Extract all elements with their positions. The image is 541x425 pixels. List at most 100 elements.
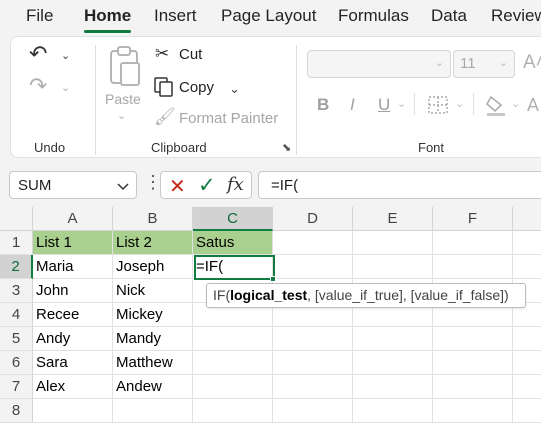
- paintbrush-icon[interactable]: 🖌: [154, 107, 176, 127]
- dialog-launcher-icon[interactable]: ⬊: [282, 141, 291, 154]
- paste-button[interactable]: Paste: [105, 91, 141, 107]
- cell-g6[interactable]: [513, 351, 541, 375]
- chevron-down-icon[interactable]: ⌄: [511, 97, 520, 110]
- cell-d8[interactable]: [273, 399, 353, 423]
- chevron-down-icon[interactable]: ⌄: [117, 109, 126, 122]
- row-header-7[interactable]: 7: [0, 375, 33, 399]
- redo-icon[interactable]: ↷: [29, 73, 47, 99]
- cell-f5[interactable]: [433, 327, 513, 351]
- cell-c1[interactable]: Satus: [193, 231, 273, 255]
- copy-icon[interactable]: [154, 77, 174, 97]
- column-header-b[interactable]: B: [113, 207, 193, 231]
- row-header-3[interactable]: 3: [0, 279, 33, 303]
- cell-c8[interactable]: [193, 399, 273, 423]
- cell-b7[interactable]: Andew: [113, 375, 193, 399]
- chevron-down-icon[interactable]: ⌄: [61, 81, 70, 94]
- chevron-down-icon[interactable]: ⌄: [455, 97, 464, 110]
- row-header-5[interactable]: 5: [0, 327, 33, 351]
- column-header-g[interactable]: [513, 207, 541, 231]
- cell-e6[interactable]: [353, 351, 433, 375]
- copy-button[interactable]: Copy: [179, 79, 214, 96]
- cell-g7[interactable]: [513, 375, 541, 399]
- cell-b8[interactable]: [113, 399, 193, 423]
- cell-d6[interactable]: [273, 351, 353, 375]
- cell-e2[interactable]: [353, 255, 433, 279]
- cell-a3[interactable]: John: [33, 279, 113, 303]
- cell-g1[interactable]: [513, 231, 541, 255]
- select-all-corner[interactable]: [0, 207, 33, 231]
- cell-e5[interactable]: [353, 327, 433, 351]
- cell-f1[interactable]: [433, 231, 513, 255]
- chevron-down-icon[interactable]: ⌄: [61, 49, 70, 62]
- cell-a7[interactable]: Alex: [33, 375, 113, 399]
- chevron-down-icon[interactable]: ⌄: [229, 81, 240, 97]
- cell-g2[interactable]: [513, 255, 541, 279]
- cell-c6[interactable]: [193, 351, 273, 375]
- cell-e1[interactable]: [353, 231, 433, 255]
- cut-button[interactable]: Cut: [179, 46, 202, 63]
- increase-font-size-icon[interactable]: A˄: [523, 52, 541, 74]
- cell-g5[interactable]: [513, 327, 541, 351]
- tab-data[interactable]: Data: [431, 6, 467, 26]
- underline-button[interactable]: U: [378, 95, 390, 115]
- row-header-4[interactable]: 4: [0, 303, 33, 327]
- tooltip-current-arg[interactable]: logical_test: [230, 287, 307, 303]
- cell-e8[interactable]: [353, 399, 433, 423]
- enter-checkmark-icon[interactable]: ✓: [198, 173, 216, 198]
- format-painter-button[interactable]: Format Painter: [179, 110, 278, 127]
- cell-c7[interactable]: [193, 375, 273, 399]
- column-header-e[interactable]: E: [353, 207, 433, 231]
- fill-color-icon[interactable]: [485, 93, 507, 117]
- column-header-d[interactable]: D: [273, 207, 353, 231]
- cell-b3[interactable]: Nick: [113, 279, 193, 303]
- tab-review[interactable]: Review: [491, 6, 541, 26]
- cell-b6[interactable]: Matthew: [113, 351, 193, 375]
- cell-d7[interactable]: [273, 375, 353, 399]
- font-size-select[interactable]: 11 ⌄: [453, 50, 515, 78]
- column-header-c[interactable]: C: [193, 207, 273, 231]
- font-name-select[interactable]: ⌄: [307, 50, 451, 78]
- cell-c5[interactable]: [193, 327, 273, 351]
- cell-b2[interactable]: Joseph: [113, 255, 193, 279]
- tooltip-function[interactable]: IF(: [213, 287, 230, 303]
- cell-a4[interactable]: Recee: [33, 303, 113, 327]
- paste-icon[interactable]: [107, 45, 143, 89]
- cell-b4[interactable]: Mickey: [113, 303, 193, 327]
- chevron-down-icon[interactable]: [116, 179, 130, 197]
- name-box[interactable]: SUM: [9, 171, 137, 199]
- row-header-1[interactable]: 1: [0, 231, 33, 255]
- cell-f8[interactable]: [433, 399, 513, 423]
- tab-formulas[interactable]: Formulas: [338, 6, 409, 26]
- cell-a1[interactable]: List 1: [33, 231, 113, 255]
- cell-d1[interactable]: [273, 231, 353, 255]
- italic-button[interactable]: I: [350, 95, 355, 115]
- tab-file[interactable]: File: [26, 6, 53, 26]
- cell-g8[interactable]: [513, 399, 541, 423]
- scissors-icon[interactable]: ✂: [155, 44, 169, 64]
- cell-f7[interactable]: [433, 375, 513, 399]
- row-header-6[interactable]: 6: [0, 351, 33, 375]
- chevron-down-icon[interactable]: ⌄: [397, 97, 406, 110]
- cell-f2[interactable]: [433, 255, 513, 279]
- tab-home[interactable]: Home: [84, 6, 131, 26]
- insert-function-icon[interactable]: fx: [227, 174, 244, 195]
- undo-icon[interactable]: ↶: [29, 41, 47, 67]
- fill-handle[interactable]: [270, 276, 276, 282]
- cell-a2[interactable]: Maria: [33, 255, 113, 279]
- cell-d5[interactable]: [273, 327, 353, 351]
- cell-d2[interactable]: [273, 255, 353, 279]
- cell-f6[interactable]: [433, 351, 513, 375]
- cell-a5[interactable]: Andy: [33, 327, 113, 351]
- borders-icon[interactable]: [427, 95, 449, 115]
- cell-e7[interactable]: [353, 375, 433, 399]
- cancel-icon[interactable]: ✕: [169, 174, 186, 199]
- bold-button[interactable]: B: [317, 95, 329, 115]
- row-header-2[interactable]: 2: [0, 255, 33, 279]
- cell-a8[interactable]: [33, 399, 113, 423]
- cell-b5[interactable]: Mandy: [113, 327, 193, 351]
- column-header-a[interactable]: A: [33, 207, 113, 231]
- font-color-icon[interactable]: A: [527, 95, 539, 116]
- formula-input[interactable]: =IF(: [258, 171, 541, 199]
- tab-page-layout[interactable]: Page Layout: [221, 6, 316, 26]
- cell-a6[interactable]: Sara: [33, 351, 113, 375]
